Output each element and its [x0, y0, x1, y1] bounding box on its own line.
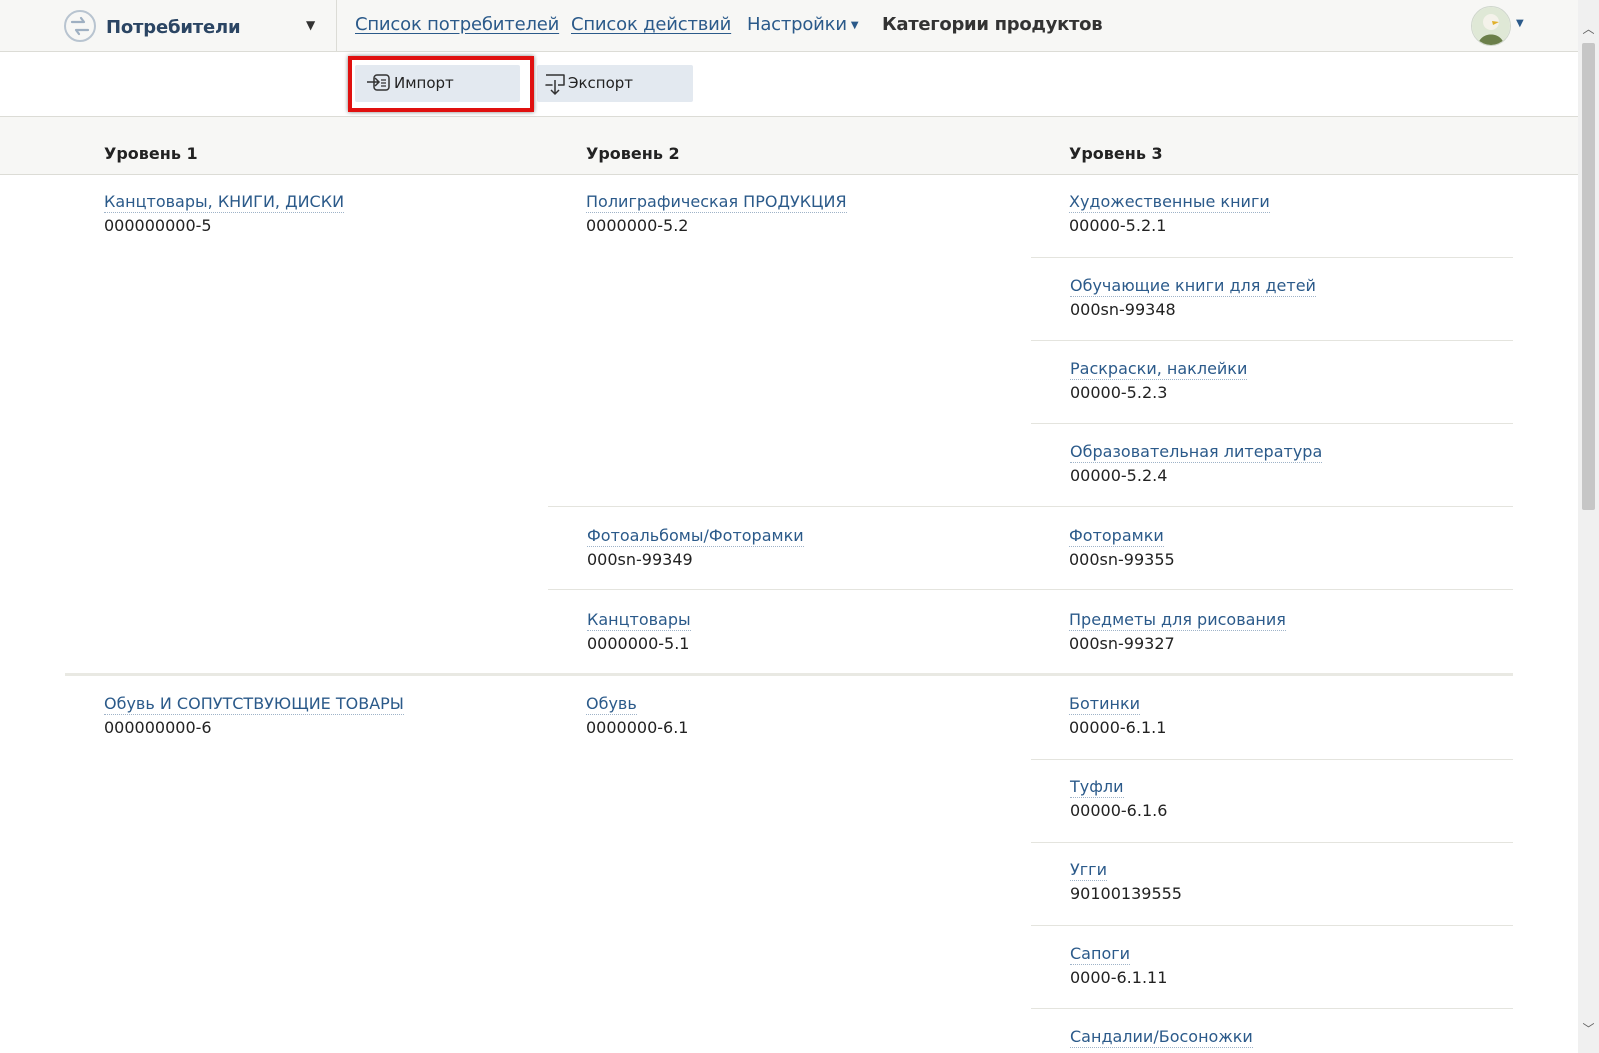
export-label: Экспорт	[568, 74, 634, 92]
app-switcher[interactable]: Потребители ▼	[62, 6, 328, 46]
category-code: 000sn-99355	[1069, 550, 1175, 569]
category-code: 00000-6.1.6	[1070, 801, 1168, 820]
row-divider	[1031, 759, 1513, 760]
row-divider	[548, 506, 1513, 507]
nav-settings-label: Настройки	[747, 14, 847, 35]
category-code: 00000-5.2.1	[1069, 216, 1167, 235]
category-link[interactable]: Художественные книги	[1069, 192, 1270, 213]
category-code: 00000-5.2.4	[1070, 466, 1168, 485]
nav-settings[interactable]: Настройки ▼	[747, 14, 859, 35]
category-code: 000000000-5	[104, 216, 212, 235]
scroll-down-icon[interactable]: ﹀	[1582, 1020, 1595, 1037]
app-logo-icon	[64, 10, 96, 42]
category-link[interactable]: Образовательная литература	[1070, 442, 1323, 463]
level3-cell: Угги 90100139555	[1070, 860, 1182, 904]
category-code: 000sn-99327	[1069, 634, 1175, 653]
level3-cell: Сандалии/Босоножки	[1070, 1027, 1253, 1048]
level2-cell: Полиграфическая ПРОДУКЦИЯ 0000000-5.2	[586, 192, 847, 236]
category-link[interactable]: Угги	[1070, 860, 1107, 881]
user-avatar[interactable]	[1471, 6, 1511, 46]
level1-cell: Канцтовары, КНИГИ, ДИСКИ 000000000-5	[104, 192, 345, 236]
category-link[interactable]: Фотоальбомы/Фоторамки	[587, 526, 804, 547]
category-link[interactable]: Предметы для рисования	[1069, 610, 1286, 631]
header-level-1: Уровень 1	[104, 144, 198, 163]
level3-cell: Ботинки 00000-6.1.1	[1069, 694, 1166, 738]
nav-consumers-list[interactable]: Список потребителей	[355, 14, 559, 35]
category-link[interactable]: Обувь И СОПУТСТВУЮЩИЕ ТОВАРЫ	[104, 694, 404, 715]
category-link[interactable]: Канцтовары, КНИГИ, ДИСКИ	[104, 192, 345, 213]
level3-cell: Предметы для рисования 000sn-99327	[1069, 610, 1286, 654]
level3-cell: Образовательная литература 00000-5.2.4	[1070, 442, 1323, 486]
level3-cell: Художественные книги 00000-5.2.1	[1069, 192, 1270, 236]
header-level-2: Уровень 2	[586, 144, 680, 163]
toolbar: Импорт Экспорт	[0, 52, 1578, 117]
chevron-down-icon[interactable]: ▼	[306, 18, 315, 32]
avatar-caret-icon[interactable]: ▼	[1516, 18, 1524, 29]
category-code: 0000000-5.2	[586, 216, 689, 235]
header-level-3: Уровень 3	[1069, 144, 1163, 163]
category-link[interactable]: Ботинки	[1069, 694, 1141, 715]
export-icon	[545, 74, 565, 96]
caret-down-icon: ▼	[850, 20, 859, 31]
scrollbar-thumb[interactable]	[1582, 43, 1595, 510]
scroll-up-icon[interactable]: ︿	[1582, 20, 1595, 37]
row-divider	[548, 589, 1513, 590]
level2-cell: Канцтовары 0000000-5.1	[587, 610, 691, 654]
level3-cell: Фоторамки 000sn-99355	[1069, 526, 1175, 570]
category-code: 000000000-6	[104, 718, 212, 737]
category-code: 0000000-6.1	[586, 718, 689, 737]
app-title: Потребители	[106, 17, 241, 38]
row-divider	[1031, 842, 1513, 843]
level2-cell: Фотоальбомы/Фоторамки 000sn-99349	[587, 526, 804, 570]
category-code: 00000-5.2.3	[1070, 383, 1168, 402]
level3-cell: Сапоги 0000-6.1.11	[1070, 944, 1167, 988]
nav-product-categories[interactable]: Категории продуктов	[882, 14, 1103, 35]
export-button[interactable]: Экспорт	[537, 65, 693, 102]
highlight-frame	[348, 56, 534, 112]
row-divider	[1031, 340, 1513, 341]
category-link[interactable]: Туфли	[1070, 777, 1124, 798]
category-link[interactable]: Обувь	[586, 694, 637, 715]
nav-actions-list[interactable]: Список действий	[571, 14, 731, 35]
category-link[interactable]: Раскраски, наклейки	[1070, 359, 1248, 380]
category-link[interactable]: Обучающие книги для детей	[1070, 276, 1316, 297]
nav-divider	[336, 0, 337, 51]
level1-cell: Обувь И СОПУТСТВУЮЩИЕ ТОВАРЫ 000000000-6	[104, 694, 404, 738]
row-divider	[1031, 1008, 1513, 1009]
top-navigation: Потребители ▼ Список потребителей Список…	[0, 0, 1578, 52]
table-header: Уровень 1 Уровень 2 Уровень 3	[0, 117, 1578, 175]
level3-cell: Туфли 00000-6.1.6	[1070, 777, 1167, 821]
category-code: 000sn-99348	[1070, 300, 1176, 319]
level3-cell: Раскраски, наклейки 00000-5.2.3	[1070, 359, 1248, 403]
category-code: 90100139555	[1070, 884, 1182, 903]
level3-cell: Обучающие книги для детей 000sn-99348	[1070, 276, 1316, 320]
row-divider	[1031, 423, 1513, 424]
category-link[interactable]: Сандалии/Босоножки	[1070, 1027, 1253, 1048]
row-divider	[1031, 257, 1513, 258]
category-link[interactable]: Сапоги	[1070, 944, 1131, 965]
category-link[interactable]: Канцтовары	[587, 610, 691, 631]
category-code: 0000-6.1.11	[1070, 968, 1168, 987]
category-code: 00000-6.1.1	[1069, 718, 1167, 737]
row-divider	[1031, 925, 1513, 926]
category-link[interactable]: Фоторамки	[1069, 526, 1164, 547]
vertical-scrollbar[interactable]: ︿ ﹀	[1578, 0, 1599, 1053]
category-code: 0000000-5.1	[587, 634, 690, 653]
avatar-image-icon	[1472, 7, 1510, 45]
category-link[interactable]: Полиграфическая ПРОДУКЦИЯ	[586, 192, 847, 213]
category-code: 000sn-99349	[587, 550, 693, 569]
level2-cell: Обувь 0000000-6.1	[586, 694, 688, 738]
group-divider	[65, 673, 1513, 676]
